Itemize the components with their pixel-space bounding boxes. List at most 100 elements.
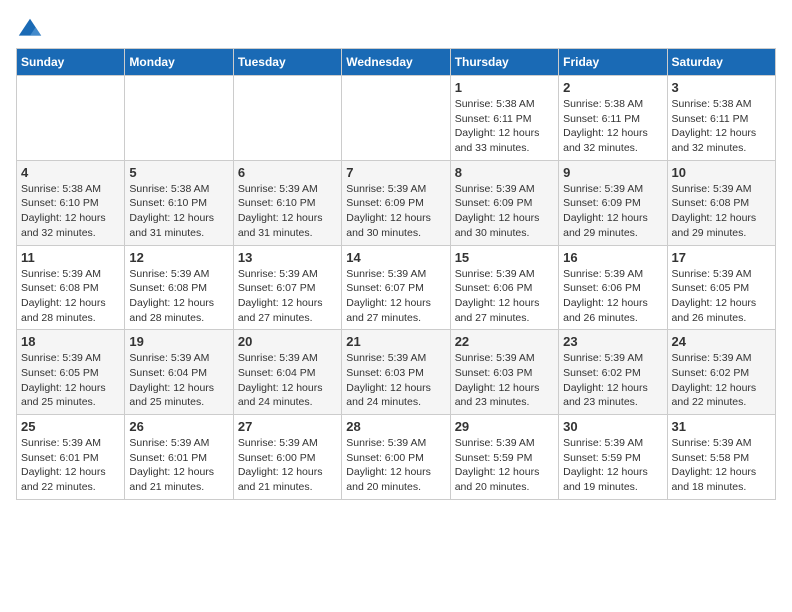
day-info: Sunrise: 5:39 AM Sunset: 6:07 PM Dayligh… (238, 267, 337, 326)
calendar-cell: 26 Sunrise: 5:39 AM Sunset: 6:01 PM Dayli… (125, 415, 233, 500)
day-number: 11 (21, 250, 120, 265)
day-info: Sunrise: 5:39 AM Sunset: 6:09 PM Dayligh… (455, 182, 554, 241)
day-info: Sunrise: 5:39 AM Sunset: 6:05 PM Dayligh… (672, 267, 771, 326)
calendar-week-row: 25 Sunrise: 5:39 AM Sunset: 6:01 PM Dayli… (17, 415, 776, 500)
day-info: Sunrise: 5:38 AM Sunset: 6:11 PM Dayligh… (563, 97, 662, 156)
calendar-cell: 6 Sunrise: 5:39 AM Sunset: 6:10 PM Daylig… (233, 160, 341, 245)
calendar-cell: 16 Sunrise: 5:39 AM Sunset: 6:06 PM Dayli… (559, 245, 667, 330)
calendar: SundayMondayTuesdayWednesdayThursdayFrid… (16, 48, 776, 500)
calendar-cell: 22 Sunrise: 5:39 AM Sunset: 6:03 PM Dayli… (450, 330, 558, 415)
calendar-cell: 12 Sunrise: 5:39 AM Sunset: 6:08 PM Dayli… (125, 245, 233, 330)
calendar-cell: 17 Sunrise: 5:39 AM Sunset: 6:05 PM Dayli… (667, 245, 775, 330)
day-info: Sunrise: 5:39 AM Sunset: 6:05 PM Dayligh… (21, 351, 120, 410)
day-number: 13 (238, 250, 337, 265)
day-number: 17 (672, 250, 771, 265)
calendar-cell: 13 Sunrise: 5:39 AM Sunset: 6:07 PM Dayli… (233, 245, 341, 330)
calendar-cell: 4 Sunrise: 5:38 AM Sunset: 6:10 PM Daylig… (17, 160, 125, 245)
day-number: 30 (563, 419, 662, 434)
calendar-cell: 14Sunrise: 5:39 AM Sunset: 6:07 PM Dayli… (342, 245, 450, 330)
day-number: 27 (238, 419, 337, 434)
calendar-cell (125, 76, 233, 161)
day-info: Sunrise: 5:39 AM Sunset: 6:01 PM Dayligh… (21, 436, 120, 495)
day-info: Sunrise: 5:39 AM Sunset: 6:08 PM Dayligh… (21, 267, 120, 326)
day-number: 12 (129, 250, 228, 265)
calendar-cell (17, 76, 125, 161)
day-info: Sunrise: 5:39 AM Sunset: 6:06 PM Dayligh… (455, 267, 554, 326)
calendar-header-friday: Friday (559, 49, 667, 76)
calendar-cell: 20Sunrise: 5:39 AM Sunset: 6:04 PM Dayli… (233, 330, 341, 415)
calendar-cell: 10 Sunrise: 5:39 AM Sunset: 6:08 PM Dayli… (667, 160, 775, 245)
calendar-cell: 28 Sunrise: 5:39 AM Sunset: 6:00 PM Dayli… (342, 415, 450, 500)
calendar-cell: 23 Sunrise: 5:39 AM Sunset: 6:02 PM Dayli… (559, 330, 667, 415)
day-number: 22 (455, 334, 554, 349)
calendar-week-row: 1 Sunrise: 5:38 AM Sunset: 6:11 PM Daylig… (17, 76, 776, 161)
day-number: 5 (129, 165, 228, 180)
logo-icon (16, 16, 44, 44)
calendar-cell (233, 76, 341, 161)
calendar-header-sunday: Sunday (17, 49, 125, 76)
calendar-week-row: 4 Sunrise: 5:38 AM Sunset: 6:10 PM Daylig… (17, 160, 776, 245)
day-number: 24 (672, 334, 771, 349)
day-info: Sunrise: 5:39 AM Sunset: 6:10 PM Dayligh… (238, 182, 337, 241)
day-info: Sunrise: 5:39 AM Sunset: 5:59 PM Dayligh… (455, 436, 554, 495)
day-number: 31 (672, 419, 771, 434)
day-number: 10 (672, 165, 771, 180)
day-info: Sunrise: 5:39 AM Sunset: 6:04 PM Dayligh… (129, 351, 228, 410)
header (16, 16, 776, 44)
calendar-cell: 30 Sunrise: 5:39 AM Sunset: 5:59 PM Dayli… (559, 415, 667, 500)
day-info: Sunrise: 5:39 AM Sunset: 6:03 PM Dayligh… (455, 351, 554, 410)
calendar-cell: 31 Sunrise: 5:39 AM Sunset: 5:58 PM Dayli… (667, 415, 775, 500)
calendar-cell: 8 Sunrise: 5:39 AM Sunset: 6:09 PM Daylig… (450, 160, 558, 245)
day-info: Sunrise: 5:39 AM Sunset: 6:00 PM Dayligh… (238, 436, 337, 495)
day-number: 4 (21, 165, 120, 180)
calendar-cell: 1Sunrise: 5:38 AM Sunset: 6:11 PM Daylig… (450, 76, 558, 161)
day-info: Sunrise: 5:39 AM Sunset: 6:01 PM Dayligh… (129, 436, 228, 495)
calendar-cell: 29 Sunrise: 5:39 AM Sunset: 5:59 PM Dayli… (450, 415, 558, 500)
day-info: Sunrise: 5:39 AM Sunset: 5:59 PM Dayligh… (563, 436, 662, 495)
day-info: Sunrise: 5:39 AM Sunset: 6:08 PM Dayligh… (129, 267, 228, 326)
calendar-cell: 19 Sunrise: 5:39 AM Sunset: 6:04 PM Dayli… (125, 330, 233, 415)
day-number: 28 (346, 419, 445, 434)
calendar-cell: 15 Sunrise: 5:39 AM Sunset: 6:06 PM Dayli… (450, 245, 558, 330)
day-info: Sunrise: 5:39 AM Sunset: 6:08 PM Dayligh… (672, 182, 771, 241)
day-number: 23 (563, 334, 662, 349)
day-info: Sunrise: 5:39 AM Sunset: 6:02 PM Dayligh… (563, 351, 662, 410)
day-info: Sunrise: 5:39 AM Sunset: 6:09 PM Dayligh… (346, 182, 445, 241)
day-number: 6 (238, 165, 337, 180)
calendar-cell: 9 Sunrise: 5:39 AM Sunset: 6:09 PM Daylig… (559, 160, 667, 245)
day-number: 26 (129, 419, 228, 434)
calendar-cell (342, 76, 450, 161)
day-info: Sunrise: 5:38 AM Sunset: 6:10 PM Dayligh… (129, 182, 228, 241)
day-number: 29 (455, 419, 554, 434)
day-number: 20 (238, 334, 337, 349)
calendar-header-thursday: Thursday (450, 49, 558, 76)
calendar-cell: 5 Sunrise: 5:38 AM Sunset: 6:10 PM Daylig… (125, 160, 233, 245)
calendar-header-tuesday: Tuesday (233, 49, 341, 76)
day-number: 8 (455, 165, 554, 180)
day-info: Sunrise: 5:39 AM Sunset: 6:09 PM Dayligh… (563, 182, 662, 241)
logo (16, 16, 48, 44)
calendar-cell: 3Sunrise: 5:38 AM Sunset: 6:11 PM Daylig… (667, 76, 775, 161)
day-number: 9 (563, 165, 662, 180)
calendar-cell: 2Sunrise: 5:38 AM Sunset: 6:11 PM Daylig… (559, 76, 667, 161)
day-info: Sunrise: 5:39 AM Sunset: 5:58 PM Dayligh… (672, 436, 771, 495)
day-number: 25 (21, 419, 120, 434)
calendar-cell: 7 Sunrise: 5:39 AM Sunset: 6:09 PM Daylig… (342, 160, 450, 245)
calendar-cell: 27 Sunrise: 5:39 AM Sunset: 6:00 PM Dayli… (233, 415, 341, 500)
calendar-cell: 25 Sunrise: 5:39 AM Sunset: 6:01 PM Dayli… (17, 415, 125, 500)
day-number: 16 (563, 250, 662, 265)
day-number: 7 (346, 165, 445, 180)
day-info: Sunrise: 5:39 AM Sunset: 6:02 PM Dayligh… (672, 351, 771, 410)
day-number: 18 (21, 334, 120, 349)
day-number: 1 (455, 80, 554, 95)
day-number: 21 (346, 334, 445, 349)
calendar-header-monday: Monday (125, 49, 233, 76)
day-info: Sunrise: 5:39 AM Sunset: 6:06 PM Dayligh… (563, 267, 662, 326)
day-number: 19 (129, 334, 228, 349)
calendar-cell: 24 Sunrise: 5:39 AM Sunset: 6:02 PM Dayli… (667, 330, 775, 415)
day-info: Sunrise: 5:38 AM Sunset: 6:10 PM Dayligh… (21, 182, 120, 241)
day-number: 3 (672, 80, 771, 95)
day-number: 15 (455, 250, 554, 265)
day-info: Sunrise: 5:39 AM Sunset: 6:00 PM Dayligh… (346, 436, 445, 495)
day-info: Sunrise: 5:39 AM Sunset: 6:07 PM Dayligh… (346, 267, 445, 326)
